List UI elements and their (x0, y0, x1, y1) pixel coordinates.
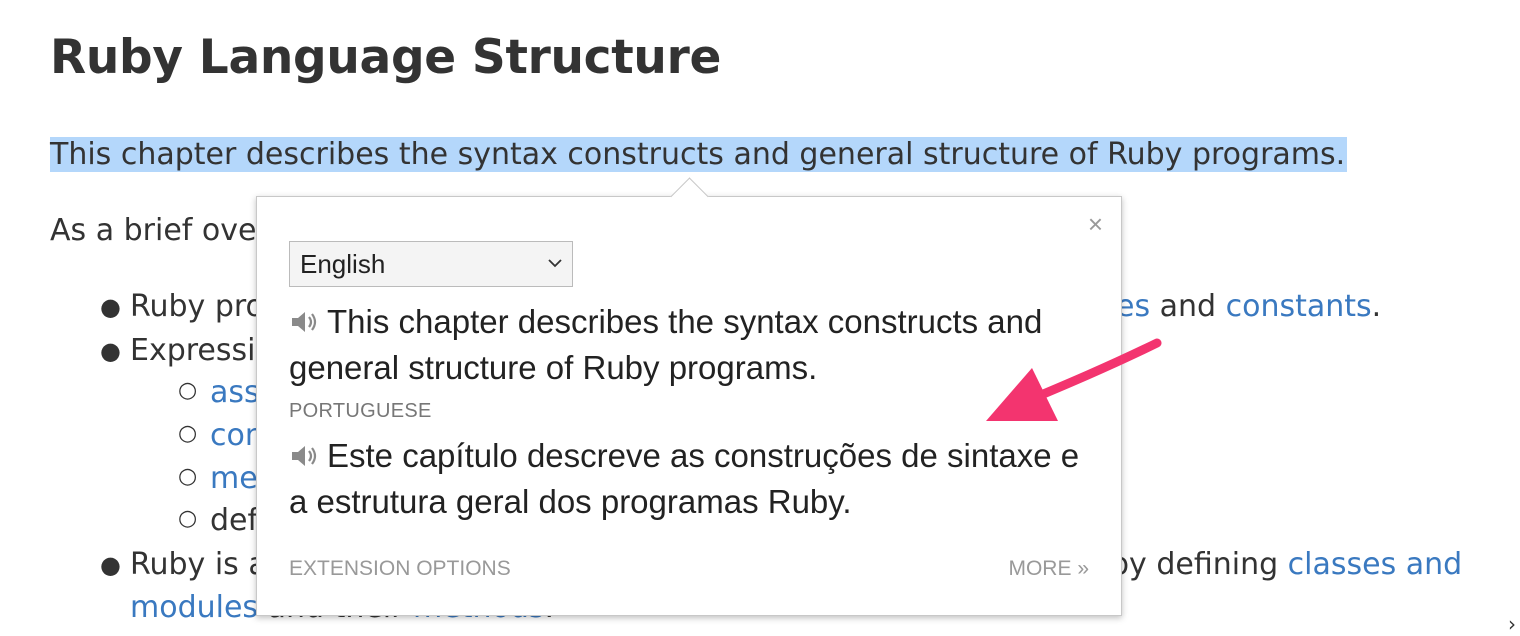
language-select[interactable]: English (289, 241, 573, 287)
close-icon[interactable]: × (1088, 211, 1103, 237)
list-item-fragment: by defining classes and (1110, 547, 1463, 582)
list-item-fragment: es and constants. (1116, 289, 1382, 324)
translated-text-block: Este capítulo descreve as construções de… (289, 433, 1089, 525)
bullet-icon: ● (100, 293, 121, 321)
intro-paragraph: This chapter describes the syntax constr… (50, 133, 1348, 177)
chevron-down-icon (548, 259, 562, 268)
bullet-icon: ● (100, 551, 121, 579)
brief-overview-text: As a brief over (50, 213, 269, 248)
edge-glyph: › (1508, 612, 1516, 636)
circle-bullet-icon: ○ (178, 378, 198, 403)
speaker-icon[interactable] (289, 308, 321, 336)
bullet-icon: ● (100, 337, 121, 365)
translated-text: Este capítulo descreve as construções de… (289, 437, 1080, 520)
classes-and-modules-link[interactable]: classes and (1288, 547, 1463, 582)
modules-link[interactable]: modules (130, 590, 258, 625)
target-language-label: PORTUGUESE (289, 400, 432, 422)
circle-bullet-icon: ○ (178, 421, 198, 446)
language-select-value: English (300, 249, 386, 279)
source-text-block: This chapter describes the syntax constr… (289, 299, 1089, 391)
circle-bullet-icon: ○ (178, 464, 198, 489)
speaker-icon[interactable] (289, 442, 321, 470)
page-title: Ruby Language Structure (50, 30, 722, 85)
selected-text: This chapter describes the syntax constr… (50, 137, 1348, 172)
methods-calls-link[interactable]: me (210, 459, 258, 499)
assignment-link[interactable]: ass (210, 373, 260, 413)
circle-bullet-icon: ○ (178, 506, 198, 531)
constants-link[interactable]: constants (1226, 289, 1372, 324)
extension-options-link[interactable]: EXTENSION OPTIONS (289, 557, 511, 581)
translation-popup: × English This chapter describes the syn… (256, 196, 1122, 616)
source-text: This chapter describes the syntax constr… (289, 303, 1043, 386)
more-link[interactable]: MORE » (1008, 557, 1089, 581)
